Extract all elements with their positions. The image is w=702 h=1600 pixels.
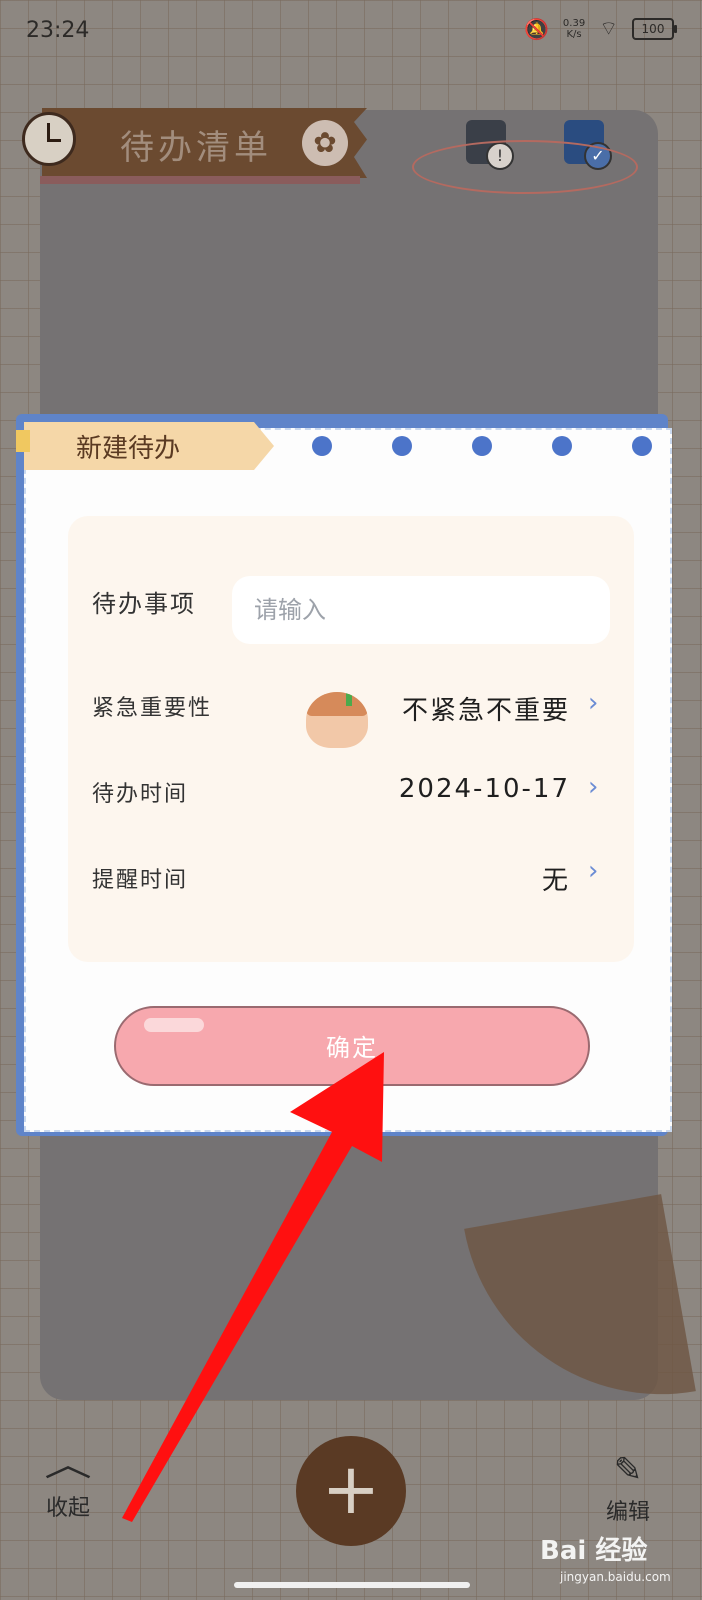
reminder-value[interactable]: 无 (386, 860, 570, 897)
reminder-label: 提醒时间 (92, 868, 189, 893)
add-button[interactable]: + (296, 1436, 406, 1546)
todo-item-label: 待办事项 (92, 590, 196, 618)
binder-dot (552, 436, 572, 456)
mute-bell-icon: 🔕 (524, 16, 549, 41)
collapse-label: 收起 (46, 1496, 91, 1521)
ribbon-shadow (40, 176, 360, 184)
highlight-oval (412, 140, 638, 194)
priority-label: 紧急重要性 (92, 696, 213, 721)
tag-pin (16, 430, 30, 452)
binder-dots (312, 436, 652, 456)
binder-dot (392, 436, 412, 456)
girl-avatar-icon (306, 692, 368, 748)
collapse-button[interactable]: ︿ 收起 (44, 1448, 92, 1522)
net-speed-unit: K/s (566, 28, 582, 40)
date-value[interactable]: 2024-10-17 (386, 774, 570, 804)
page-title: 待办清单 (120, 128, 272, 168)
priority-value[interactable]: 不紧急不重要 (386, 690, 570, 727)
baidu-watermark: Bai 经验 (540, 1536, 648, 1566)
paw-icon: ✿ (302, 120, 348, 166)
binder-dot (632, 436, 652, 456)
wifi-icon: ⌔ (599, 16, 618, 40)
net-speed: 0.39 K/s (563, 18, 585, 40)
chevron-right-icon[interactable]: › (588, 688, 598, 718)
status-icons: 🔕 0.39 K/s ⌔ 100 (524, 16, 677, 41)
chevron-right-icon[interactable]: › (588, 772, 598, 802)
edit-label: 编辑 (606, 1500, 651, 1525)
binder-dot (312, 436, 332, 456)
pen-icon: ✎ (613, 1450, 643, 1490)
binder-dot (472, 436, 492, 456)
date-label: 待办时间 (92, 782, 189, 807)
clock-icon (22, 112, 76, 166)
chevron-right-icon[interactable]: › (588, 856, 598, 886)
status-bar: 23:24 🔕 0.39 K/s ⌔ 100 (0, 0, 702, 62)
edit-button[interactable]: ✎ 编辑 (606, 1450, 650, 1526)
net-speed-value: 0.39 (562, 17, 586, 29)
watermark-url: jingyan.baidu.com (560, 1570, 671, 1584)
todo-item-input[interactable] (232, 576, 610, 644)
chevron-up-icon: ︿ (44, 1445, 92, 1485)
battery-icon: 100 (632, 17, 677, 40)
dialog-title: 新建待办 (76, 434, 181, 464)
status-time: 23:24 (26, 18, 90, 43)
confirm-button[interactable]: 确定 (114, 1006, 590, 1086)
home-indicator[interactable] (234, 1582, 470, 1588)
